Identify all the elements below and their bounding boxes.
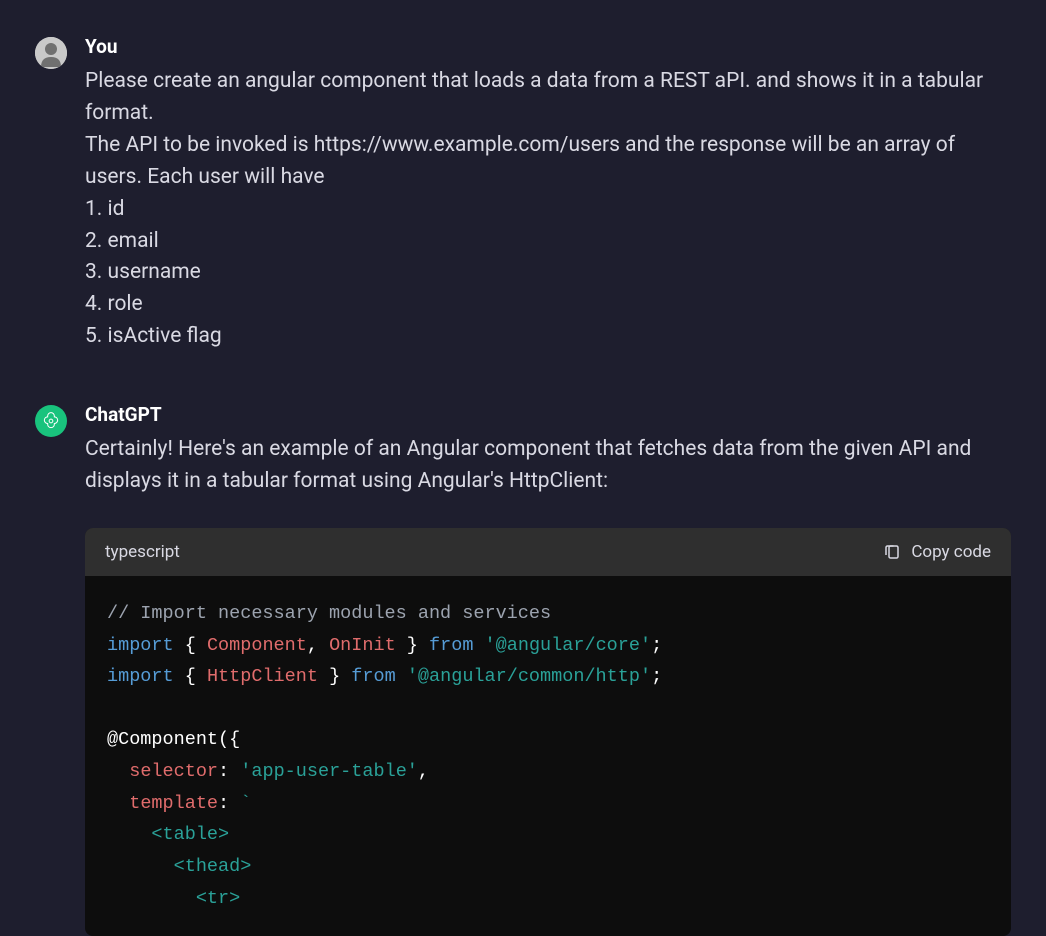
code-line: import { Component, OnInit } from '@angu… — [107, 630, 989, 662]
code-header: typescript Copy code — [85, 528, 1011, 576]
user-line: Please create an angular component that … — [85, 66, 1011, 130]
assistant-message-content: ChatGPT Certainly! Here's an example of … — [85, 403, 1011, 936]
chatgpt-logo-icon — [41, 411, 61, 431]
code-line: <thead> — [107, 851, 989, 883]
assistant-message: ChatGPT Certainly! Here's an example of … — [35, 403, 1011, 936]
user-message: You Please create an angular component t… — [35, 35, 1011, 353]
code-block: typescript Copy code // Import necessary… — [85, 528, 1011, 936]
user-line: The API to be invoked is https://www.exa… — [85, 130, 1011, 194]
assistant-avatar — [35, 405, 67, 437]
user-line: 4. role — [85, 289, 1011, 321]
clipboard-icon — [883, 543, 901, 561]
assistant-author-label: ChatGPT — [85, 403, 1011, 426]
code-line: @Component({ — [107, 724, 989, 756]
code-line: selector: 'app-user-table', — [107, 756, 989, 788]
copy-code-button[interactable]: Copy code — [883, 542, 991, 562]
assistant-intro: Certainly! Here's an example of an Angul… — [85, 434, 1011, 498]
code-line: <tr> — [107, 883, 989, 915]
assistant-message-text: Certainly! Here's an example of an Angul… — [85, 434, 1011, 498]
code-language-label: typescript — [105, 542, 180, 562]
copy-code-label: Copy code — [911, 542, 991, 562]
user-message-content: You Please create an angular component t… — [85, 35, 1011, 353]
code-line: template: ` — [107, 788, 989, 820]
user-line: 5. isActive flag — [85, 321, 1011, 353]
user-line: 1. id — [85, 194, 1011, 226]
code-line: <table> — [107, 819, 989, 851]
user-line: 3. username — [85, 257, 1011, 289]
code-line: // Import necessary modules and services — [107, 598, 989, 630]
user-author-label: You — [85, 35, 1011, 58]
code-line — [107, 693, 989, 725]
user-avatar-icon — [35, 37, 67, 69]
code-line: import { HttpClient } from '@angular/com… — [107, 661, 989, 693]
code-content[interactable]: // Import necessary modules and services… — [85, 576, 1011, 936]
user-line: 2. email — [85, 226, 1011, 258]
user-avatar — [35, 37, 67, 69]
user-message-text: Please create an angular component that … — [85, 66, 1011, 353]
